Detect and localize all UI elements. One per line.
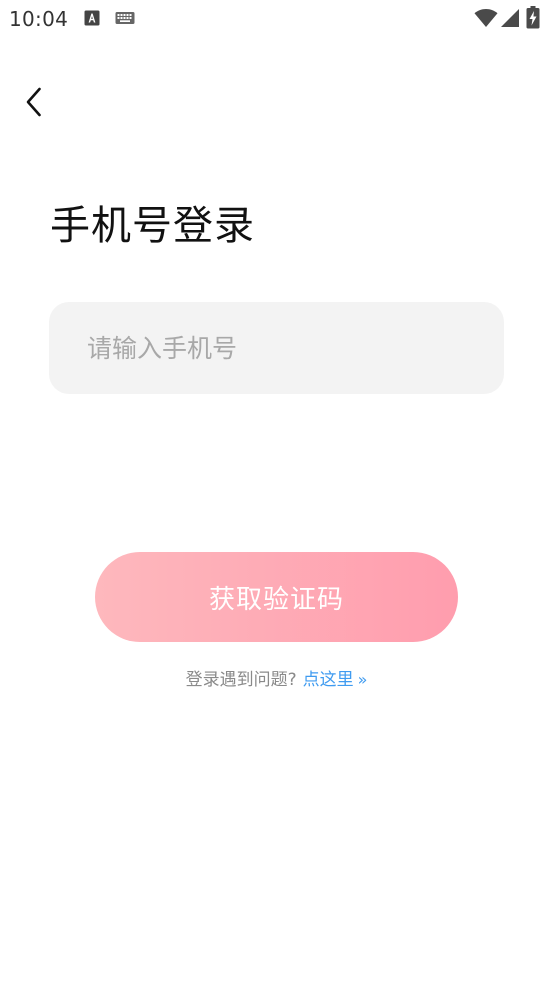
help-link[interactable]: 点这里 — [303, 670, 354, 690]
get-code-button[interactable]: 获取验证码 — [95, 552, 458, 642]
double-chevron-right-icon[interactable]: » — [358, 670, 368, 689]
wifi-icon — [474, 9, 498, 27]
help-row: 登录遇到问题? 点这里» — [0, 667, 553, 693]
keyboard-icon — [115, 12, 135, 24]
status-time: 10:04 — [9, 7, 69, 31]
chevron-left-icon — [26, 87, 41, 117]
help-text: 登录遇到问题? — [185, 670, 297, 690]
status-bar: 10:04 — [0, 0, 553, 38]
phone-field — [49, 302, 504, 394]
page-title: 手机号登录 — [50, 203, 255, 249]
battery-charging-icon — [526, 6, 540, 29]
accessibility-icon — [84, 10, 100, 26]
cellular-signal-icon — [501, 9, 519, 27]
phone-input[interactable] — [49, 302, 504, 394]
back-button[interactable] — [14, 80, 54, 124]
